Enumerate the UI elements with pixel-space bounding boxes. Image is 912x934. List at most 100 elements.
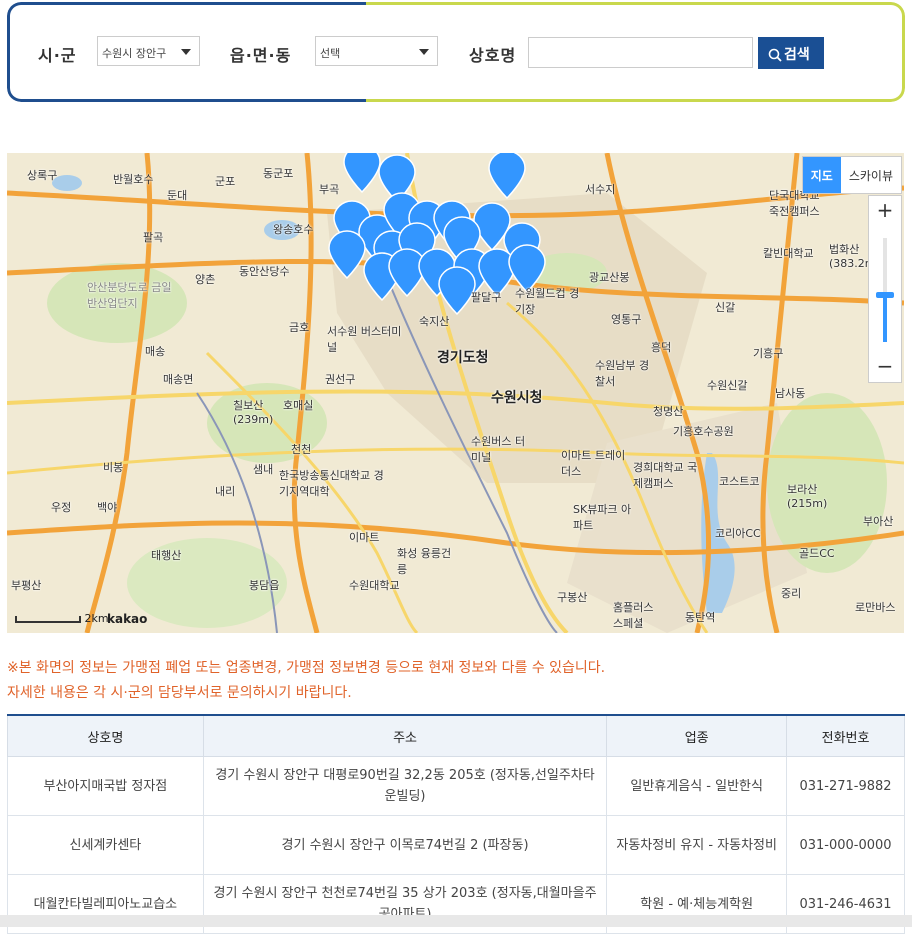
- map-label: 영통구: [611, 313, 642, 326]
- map-label: 경기도청: [437, 350, 489, 366]
- notice-line-2: 자세한 내용은 각 시·군의 담당부서로 문의하시기 바랍니다.: [7, 685, 352, 701]
- column-header-phone: 전화번호: [786, 714, 905, 757]
- zoom-slider-handle[interactable]: [876, 292, 894, 298]
- store-category: 자동차정비 유지 - 자동차정비: [606, 815, 788, 875]
- map-label: 홈플러스 스페셜: [613, 601, 654, 630]
- store-table: 상호명 주소 업종 전화번호 부산아지매국밥 정자점 경기 수원시 장안구 대평…: [7, 714, 905, 934]
- search-icon: [768, 48, 782, 62]
- search-button[interactable]: 검색: [758, 37, 824, 69]
- scale-label: 2km: [84, 612, 109, 625]
- map-label: 수원남부 경찰서: [595, 359, 650, 388]
- column-header-address: 주소: [202, 714, 608, 757]
- map-label: 수원버스 터미널: [471, 435, 526, 464]
- map-scale: 2km: [15, 612, 109, 625]
- map-label: 수원대학교: [349, 579, 400, 592]
- chevron-down-icon: [181, 49, 191, 55]
- map-label: 봉담읍: [249, 579, 280, 592]
- map-label: 동탄역: [685, 611, 716, 624]
- map-label: 팔곡: [143, 231, 164, 244]
- map-label: 중리: [781, 587, 802, 600]
- map-label: 팔달구: [471, 291, 502, 304]
- map-label: 부아산: [863, 515, 894, 528]
- map-label: 이마트 트레이더스: [561, 449, 626, 478]
- town-select-value: 선택: [320, 47, 341, 60]
- store-name: 부산아지매국밥 정자점: [7, 756, 204, 816]
- map-label: 서수원 버스터미널: [327, 325, 402, 354]
- scale-bar: [15, 615, 81, 623]
- store-name: 신세계카센타: [7, 815, 204, 875]
- map-label: 동군포: [263, 167, 294, 180]
- map-label: 숙지산: [419, 315, 450, 328]
- name-input[interactable]: [528, 37, 753, 68]
- map-label: 구봉산: [557, 591, 588, 604]
- store-phone: 031-000-0000: [786, 815, 905, 875]
- map-label: 둔대: [167, 189, 188, 202]
- map-label: 왕송호수: [273, 223, 314, 236]
- map-label: 기흥구: [753, 347, 784, 360]
- store-category: 일반휴게음식 - 일반한식: [606, 756, 788, 816]
- map-label: SK뷰파크 아파트: [573, 503, 632, 532]
- table-row[interactable]: 부산아지매국밥 정자점 경기 수원시 장안구 대평로90번길 32,2동 205…: [7, 756, 905, 816]
- map-label: 코스트코: [719, 475, 760, 488]
- map-label: 청명산: [653, 405, 684, 418]
- map-label: 칼빈대학교: [763, 247, 814, 260]
- map-label: 태행산: [151, 549, 182, 562]
- kakao-logo: kakao: [107, 612, 148, 626]
- map-label: 우정: [51, 501, 72, 514]
- map-label: 반월호수: [113, 173, 154, 186]
- map-label: 경희대학교 국제캠퍼스: [633, 461, 698, 490]
- map-label: 양촌: [195, 273, 216, 286]
- map-view[interactable]: 상록구 반월호수 둔대 군포 동군포 부곡 팔곡 왕송호수 양촌 동안산당수 안…: [7, 153, 904, 633]
- store-phone: 031-271-9882: [786, 756, 905, 816]
- map-label: 보라산 (215m): [787, 483, 828, 510]
- map-label: 흥덕: [651, 341, 672, 354]
- city-label: 시·군: [38, 46, 77, 65]
- zoom-control: + −: [868, 195, 902, 383]
- map-label: 서수지: [585, 183, 616, 196]
- map-label: 광교산봉: [589, 271, 630, 284]
- map-label: 신갈: [715, 301, 736, 314]
- map-label: 비봉: [103, 461, 124, 474]
- map-label: 한국방송통신대학교 경기지역대학: [279, 469, 384, 498]
- store-address: 경기 수원시 장안구 이목로74번길 2 (파장동): [202, 815, 608, 875]
- map-type-skyview-button[interactable]: 스카이뷰: [841, 157, 901, 193]
- column-header-name: 상호명: [7, 714, 204, 757]
- map-label: 매송면: [163, 373, 194, 386]
- map-type-map-button[interactable]: 지도: [802, 157, 841, 193]
- zoom-fill: [883, 294, 887, 342]
- map-label: 코리아CC: [715, 527, 761, 540]
- search-button-label: 검색: [784, 47, 810, 63]
- bottom-bar: [0, 915, 912, 927]
- map-label: 부곡: [319, 183, 340, 196]
- table-row[interactable]: 신세계카센타 경기 수원시 장안구 이목로74번길 2 (파장동) 자동차정비 …: [7, 815, 905, 875]
- map-label: 매송: [145, 345, 166, 358]
- zoom-out-button[interactable]: −: [869, 354, 901, 378]
- town-label: 읍·면·동: [230, 46, 292, 65]
- notice-line-1: ※본 화면의 정보는 가맹점 폐업 또는 업종변경, 가맹점 정보변경 등으로 …: [7, 660, 606, 676]
- notice: ※본 화면의 정보는 가맹점 폐업 또는 업종변경, 가맹점 정보변경 등으로 …: [7, 656, 605, 706]
- map-label: 천천: [291, 443, 312, 456]
- city-select[interactable]: 수원시 장안구: [97, 36, 200, 66]
- map-label: 안산분당도로 금일반산업단지: [87, 281, 172, 310]
- column-header-category: 업종: [606, 714, 788, 757]
- zoom-in-button[interactable]: +: [869, 198, 901, 222]
- map-label: 남사동: [775, 387, 806, 400]
- city-select-value: 수원시 장안구: [102, 47, 167, 60]
- map-label: 로만바스: [855, 601, 896, 614]
- table-header-row: 상호명 주소 업종 전화번호: [7, 714, 905, 757]
- name-label: 상호명: [469, 46, 517, 65]
- map-label: 기흥호수공원: [673, 425, 734, 438]
- map-label: 이마트: [349, 531, 380, 544]
- map-label: 권선구: [325, 373, 356, 386]
- map-label: 내리: [215, 485, 236, 498]
- town-select[interactable]: 선택: [315, 36, 438, 66]
- map-label: 백야: [97, 501, 118, 514]
- map-label: 부평산: [11, 579, 42, 592]
- map-label: 군포: [215, 175, 236, 188]
- map-label: 금호: [289, 321, 310, 334]
- map-label: 골드CC: [799, 547, 835, 560]
- map-label: 상록구: [27, 169, 58, 182]
- store-address: 경기 수원시 장안구 대평로90번길 32,2동 205호 (정자동,선일주차타…: [202, 756, 608, 816]
- map-label: 수원시청: [491, 390, 543, 406]
- map-label: 호매실: [283, 399, 314, 412]
